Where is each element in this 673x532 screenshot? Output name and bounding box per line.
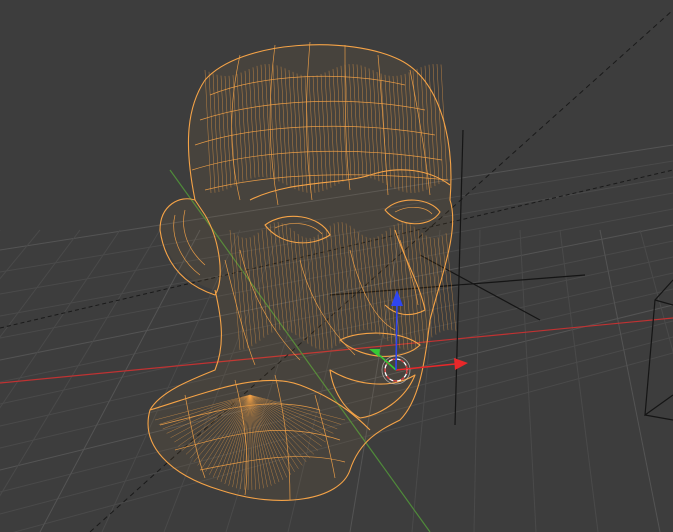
gizmo-z-axis[interactable]	[395, 302, 398, 371]
grid-line	[599, 229, 661, 532]
grid-line	[39, 229, 201, 532]
grid-line	[0, 229, 81, 338]
camera-icon[interactable]	[644, 279, 673, 421]
viewport-scene[interactable]	[0, 0, 673, 532]
grid-line	[473, 229, 481, 532]
3d-viewport[interactable]	[0, 0, 673, 532]
mesh-edge	[445, 233, 457, 332]
grid-line	[519, 229, 537, 532]
gizmo-x-arrow[interactable]	[454, 358, 468, 370]
grid-line	[639, 229, 673, 354]
